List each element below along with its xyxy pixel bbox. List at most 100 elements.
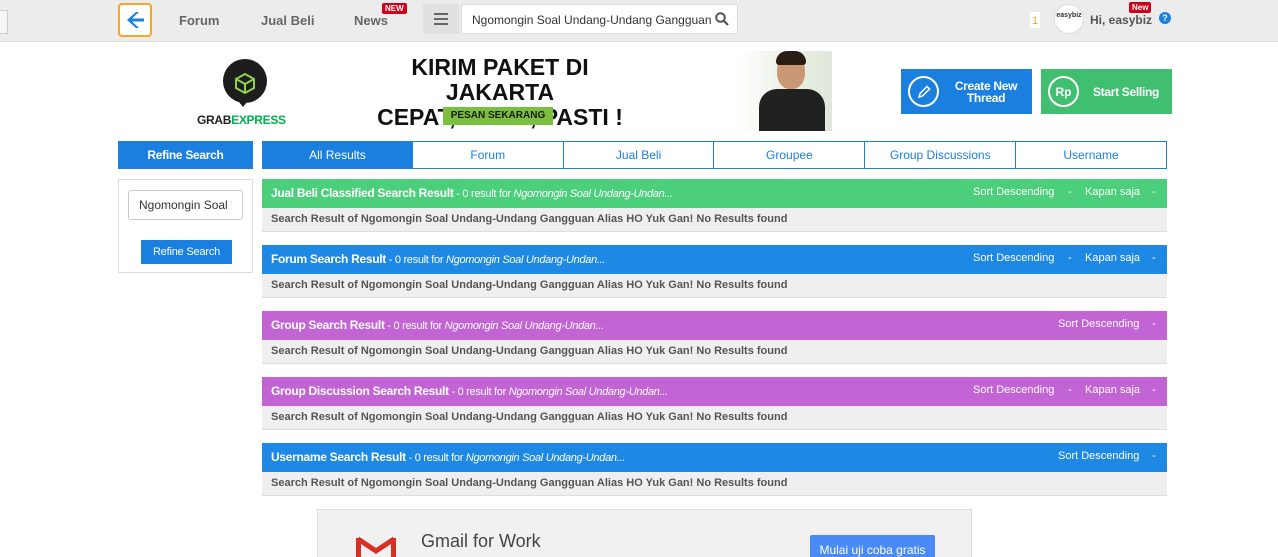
person-body [759,89,825,131]
kaskus-k-icon [127,12,144,28]
help-icon[interactable]: ? [1159,12,1171,24]
time-filter-dropdown[interactable]: Kapan saja [1085,252,1140,264]
banner-cta-button[interactable]: PESAN SEKARANG [443,107,553,125]
sort-dropdown-caret[interactable]: - [1068,252,1072,264]
avatar[interactable]: easybiz [1054,4,1084,34]
sort-dropdown[interactable]: Sort Descending [1058,318,1139,330]
menu-button[interactable] [423,4,459,34]
result-body: Search Result of Ngomongin Soal Undang-U… [262,472,1167,496]
result-message: Search Result of Ngomongin Soal Undang-U… [271,477,788,489]
result-title: Group Discussion Search Result - 0 resul… [271,384,668,398]
banner-person-image [755,51,825,131]
result-message: Search Result of Ngomongin Soal Undang-U… [271,279,788,291]
tab-username[interactable]: Username [1016,141,1167,169]
result-header: Group Discussion Search Result - 0 resul… [262,377,1167,406]
result-count-text: - 0 result for [405,452,466,464]
sort-dropdown[interactable]: Sort Descending [973,186,1054,198]
search-input-value: Ngomongin Soal Undang-Undang Gangguan [472,13,712,27]
pencil-icon [908,76,939,107]
result-query: Ngomongin Soal Undang-Undan... [465,452,625,464]
time-filter-caret[interactable]: - [1152,186,1156,198]
result-header: Username Search Result - 0 result for Ng… [262,443,1167,472]
result-section-jual-beli: Jual Beli Classified Search Result - 0 r… [262,179,1167,232]
search-input[interactable]: Ngomongin Soal Undang-Undang Gangguan [461,4,738,34]
refine-search-heading: Refine Search [118,141,253,169]
result-count: - 0 result for Ngomongin Soal Undang-Und… [385,320,604,332]
result-count: - 0 result for Ngomongin Soal Undang-Und… [405,452,626,464]
grabexpress-banner-ad[interactable]: GRABEXPRESS KIRIM PAKET DI JAKARTA CEPAT… [177,51,832,131]
notification-count[interactable]: 1 [1029,11,1041,29]
grab-brand-part2: EXPRESS [231,113,286,127]
avatar-text: easybiz [1056,12,1082,19]
banner-headline-line1: KIRIM PAKET DI JAKARTA [411,54,589,105]
grabexpress-logo: GRABEXPRESS [197,113,286,127]
refine-search-input[interactable] [128,190,243,220]
refine-search-panel: Refine Search [118,179,253,273]
result-count: - 0 result for Ngomongin Soal Undang-Und… [386,254,606,266]
sort-dropdown-caret[interactable]: - [1068,186,1072,198]
create-new-thread-button[interactable]: Create New Thread [901,69,1032,114]
person-hair [776,51,806,65]
gmail-icon [356,536,396,557]
user-greeting[interactable]: Hi, easybiz [1090,13,1152,27]
result-query: Ngomongin Soal Undang-Undan... [513,188,673,200]
result-query: Ngomongin Soal Undang-Undan... [446,254,606,266]
result-tabs: All Results Forum Jual Beli Groupee Grou… [262,141,1167,169]
sort-dropdown[interactable]: Sort Descending [1058,450,1139,462]
kaskus-logo[interactable] [118,3,152,37]
result-body: Search Result of Ngomongin Soal Undang-U… [262,340,1167,364]
result-title-text: Group Search Result [271,318,385,332]
result-body: Search Result of Ngomongin Soal Undang-U… [262,274,1167,298]
grab-bubble-tail [235,97,251,107]
gmail-for-work-ad[interactable]: Gmail for Work Mulai uji coba gratis [317,509,972,557]
time-filter-dropdown[interactable]: Kapan saja [1085,384,1140,396]
tab-jual-beli[interactable]: Jual Beli [563,141,715,169]
search-icon[interactable] [715,12,729,26]
result-message: Search Result of Ngomongin Soal Undang-U… [271,345,788,357]
time-filter-caret[interactable]: - [1152,252,1156,264]
time-filter-caret[interactable]: - [1152,384,1156,396]
sort-dropdown[interactable]: Sort Descending [973,384,1054,396]
tab-all-results[interactable]: All Results [262,141,413,169]
sidebar-toggle-edge[interactable] [0,10,8,34]
time-filter-dropdown[interactable]: Kapan saja [1085,186,1140,198]
sort-dropdown-caret[interactable]: - [1152,318,1156,330]
result-title: Forum Search Result - 0 result for Ngomo… [271,252,605,266]
nav-jual-beli-link[interactable]: Jual Beli [261,13,314,28]
user-new-badge: New [1129,2,1152,13]
result-message: Search Result of Ngomongin Soal Undang-U… [271,411,788,423]
result-title: Group Search Result - 0 result for Ngomo… [271,318,604,332]
sort-dropdown-caret[interactable]: - [1068,384,1072,396]
result-title: Jual Beli Classified Search Result - 0 r… [271,186,673,200]
result-section-group: Group Search Result - 0 result for Ngomo… [262,311,1167,364]
result-body: Search Result of Ngomongin Soal Undang-U… [262,208,1167,232]
refine-search-button[interactable]: Refine Search [141,240,232,264]
nav-forum-link[interactable]: Forum [179,13,219,28]
result-message: Search Result of Ngomongin Soal Undang-U… [271,213,788,225]
tab-group-discussions[interactable]: Group Discussions [865,141,1017,169]
gmail-ad-title: Gmail for Work [421,531,541,551]
news-new-badge: NEW [382,3,407,14]
result-body: Search Result of Ngomongin Soal Undang-U… [262,406,1167,430]
rupiah-icon: Rp [1048,76,1079,107]
nav-news-link[interactable]: News [354,13,388,28]
top-navbar: Forum Jual Beli News NEW Ngomongin Soal … [0,0,1278,42]
result-section-forum: Forum Search Result - 0 result for Ngomo… [262,245,1167,298]
tab-forum[interactable]: Forum [412,141,564,169]
sort-dropdown[interactable]: Sort Descending [973,252,1054,264]
result-count: - 0 result for Ngomongin Soal Undang-Und… [454,188,673,200]
result-count-text: - 0 result for [453,188,514,200]
gmail-ad-cta-button[interactable]: Mulai uji coba gratis [810,535,935,557]
grab-brand-part1: GRAB [197,113,232,127]
tab-groupee[interactable]: Groupee [714,141,866,169]
create-new-thread-label: Create New Thread [954,78,1018,105]
result-count: - 0 result for Ngomongin Soal Undang-Und… [449,386,668,398]
result-title-text: Username Search Result [271,450,406,464]
result-title-text: Group Discussion Search Result [271,384,449,398]
result-header: Jual Beli Classified Search Result - 0 r… [262,179,1167,208]
result-title-text: Forum Search Result [271,252,386,266]
result-count-text: - 0 result for [448,386,509,398]
start-selling-button[interactable]: Rp Start Selling [1041,69,1172,114]
sort-dropdown-caret[interactable]: - [1152,450,1156,462]
result-query: Ngomongin Soal Undang-Undan... [444,320,604,332]
